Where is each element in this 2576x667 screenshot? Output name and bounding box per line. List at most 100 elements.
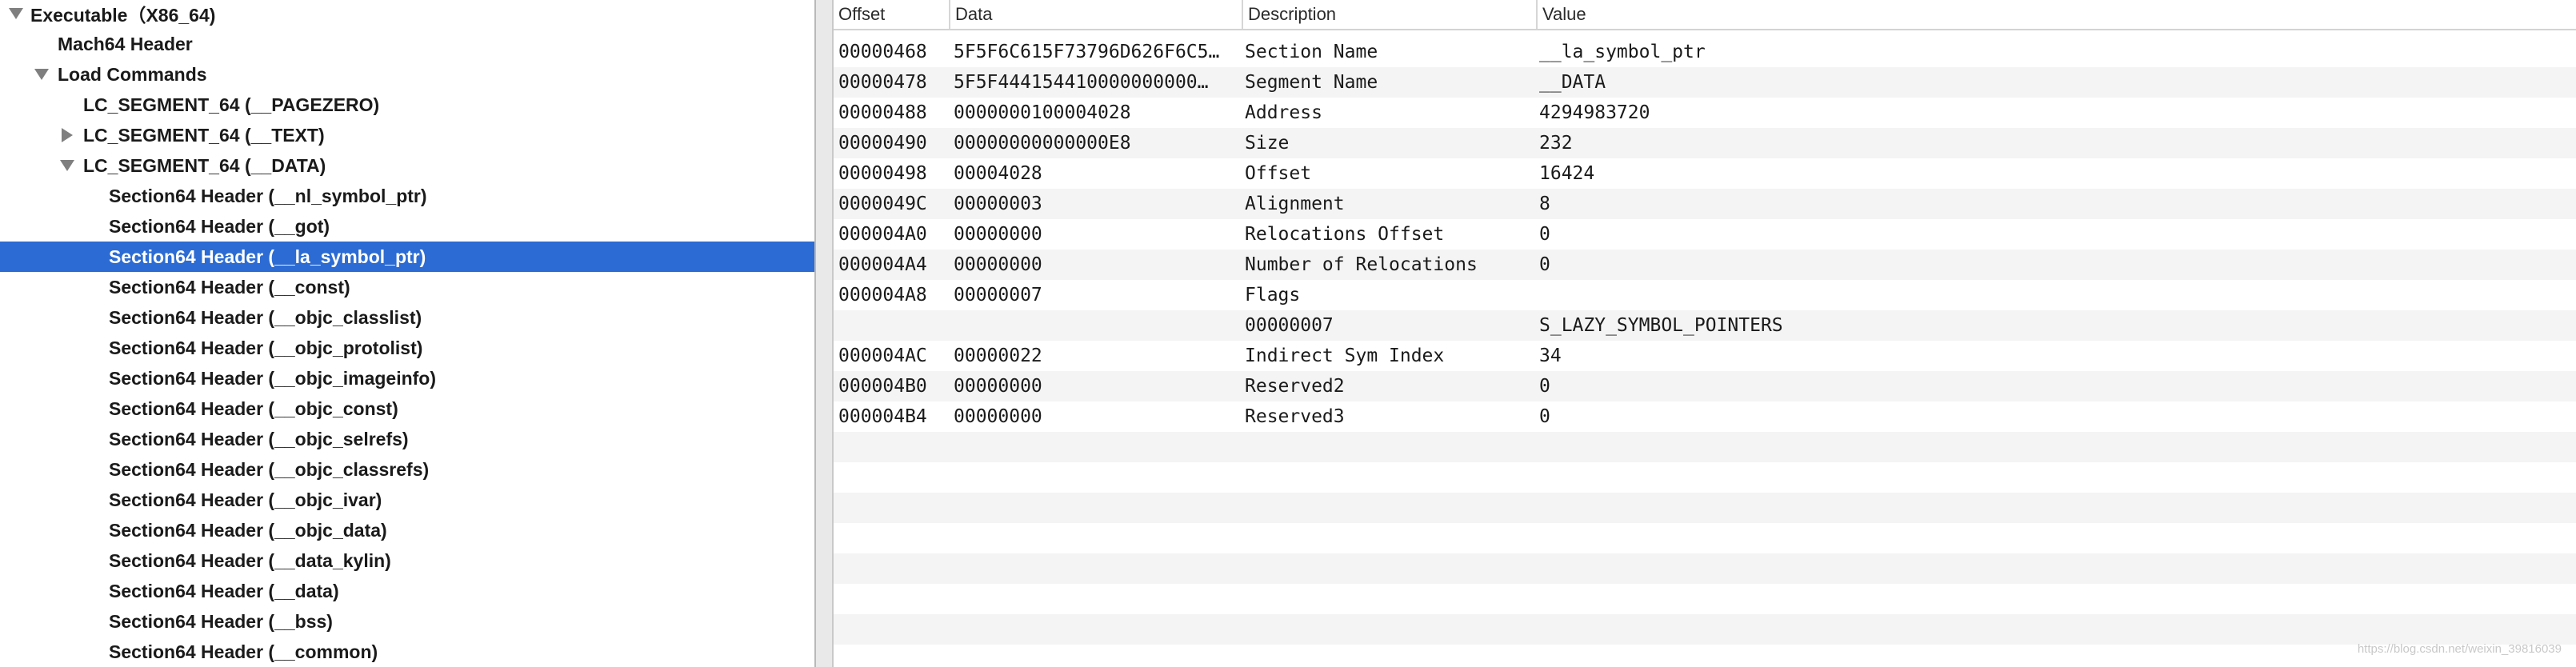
cell-offset — [838, 310, 950, 341]
disclosure-triangle-open-icon[interactable] — [34, 66, 50, 82]
cell-offset: 000004A0 — [838, 224, 927, 245]
tree-item-label: Section64 Header (__objc_classlist) — [109, 306, 422, 328]
tree-item-label: Load Commands — [58, 63, 207, 85]
column-header-data-label: Data — [955, 4, 993, 24]
column-header-description-label: Description — [1248, 4, 1337, 24]
tree-item[interactable]: Section64 Header (__objc_selrefs) — [0, 424, 814, 454]
tree-item[interactable]: Section64 Header (__objc_const) — [0, 393, 814, 424]
tree-item[interactable]: Section64 Header (__objc_classlist) — [0, 302, 814, 333]
cell-description: Reserved3 — [1245, 406, 1345, 427]
cell-offset: 0000049C — [838, 194, 927, 214]
table-row[interactable]: 0000049C 00000003 Alignment 8 — [834, 189, 2576, 219]
cell-description: Flags — [1245, 285, 1301, 306]
detail-table[interactable]: Offset Data Description Value 00000468 5F… — [834, 0, 2576, 667]
disclosure-triangle-open-icon[interactable] — [59, 158, 75, 174]
tree-item[interactable]: LC_SEGMENT_64 (__DATA) — [0, 150, 814, 181]
tree-item[interactable]: Section64 Header (__objc_data) — [0, 515, 814, 545]
tree-item[interactable]: LC_SEGMENT_64 (__PAGEZERO) — [0, 90, 814, 120]
cell-offset: 00000488 — [838, 102, 927, 123]
cell-data: 00000000 — [954, 406, 1042, 427]
cell-data: 5F5F444154410000000000… — [954, 72, 1209, 93]
table-row[interactable]: 000004A8 00000007 Flags — [834, 280, 2576, 310]
tree-item-label: Section64 Header (__la_symbol_ptr) — [109, 246, 426, 267]
cell-value: 0 — [1539, 254, 1550, 275]
cell-data: 00004028 — [954, 163, 1042, 184]
tree-item-label: Section64 Header (__got) — [109, 215, 330, 237]
table-header: Offset Data Description Value — [834, 0, 2576, 30]
disclosure-triangle-open-icon[interactable] — [8, 6, 24, 22]
table-row[interactable]: 00000498 00004028 Offset 16424 — [834, 158, 2576, 189]
empty-table-row — [834, 614, 2576, 645]
tree-item[interactable]: Section64 Header (__objc_ivar) — [0, 485, 814, 515]
tree-item-label: Section64 Header (__objc_const) — [109, 397, 398, 419]
cell-description: Section Name — [1245, 42, 1378, 62]
cell-data: 00000000000000E8 — [954, 133, 1131, 154]
tree-item[interactable]: Section64 Header (__common) — [0, 637, 814, 667]
cell-data: 00000003 — [954, 194, 1042, 214]
cell-data: 0000000100004028 — [954, 102, 1131, 123]
tree-item[interactable]: Section64 Header (__bss) — [0, 606, 814, 637]
tree-item[interactable]: Section64 Header (__data_kylin) — [0, 545, 814, 576]
tree-item-label: Section64 Header (__objc_classrefs) — [109, 458, 430, 480]
tree-item[interactable]: Section64 Header (__la_symbol_ptr) — [0, 242, 814, 272]
tree-item-label: Section64 Header (__data_kylin) — [109, 549, 391, 571]
table-row[interactable]: 000004AC 00000022 Indirect Sym Index 34 — [834, 341, 2576, 371]
empty-table-row — [834, 523, 2576, 553]
cell-description: Number of Relocations — [1245, 254, 1478, 275]
column-header-description[interactable]: Description — [1243, 0, 1538, 29]
cell-value: 34 — [1539, 345, 1562, 366]
tree-item[interactable]: Section64 Header (__objc_imageinfo) — [0, 363, 814, 393]
tree-item[interactable]: Section64 Header (__objc_protolist) — [0, 333, 814, 363]
empty-table-row — [834, 553, 2576, 584]
cell-value: 232 — [1539, 133, 1573, 154]
tree-panel[interactable]: Executable（X86_64) Mach64 Header Load Comm… — [0, 0, 814, 667]
tree-item-label: Section64 Header (__common) — [109, 641, 378, 662]
cell-description: Relocations Offset — [1245, 224, 1445, 245]
tree-item[interactable]: Load Commands — [0, 59, 814, 90]
cell-description: Alignment — [1245, 194, 1345, 214]
tree-item[interactable]: Section64 Header (__const) — [0, 272, 814, 302]
cell-description: Indirect Sym Index — [1245, 345, 1445, 366]
empty-table-row — [834, 493, 2576, 523]
tree-item-label: Section64 Header (__bss) — [109, 610, 333, 632]
tree-item-label: Section64 Header (__nl_symbol_ptr) — [109, 185, 427, 206]
cell-offset: 000004A4 — [838, 254, 927, 275]
cell-data: 00000000 — [954, 254, 1042, 275]
tree-item[interactable]: Section64 Header (__got) — [0, 211, 814, 242]
disclosure-triangle-closed-icon[interactable] — [59, 127, 75, 143]
tree-item[interactable]: Mach64 Header — [0, 29, 814, 59]
empty-table-row — [834, 462, 2576, 493]
tree-item[interactable]: Section64 Header (__objc_classrefs) — [0, 454, 814, 485]
tree-item-label: Section64 Header (__data) — [109, 580, 339, 601]
column-header-offset[interactable]: Offset — [834, 0, 950, 29]
tree-item-label: Executable（X86_64) — [30, 5, 216, 26]
cell-value: __DATA — [1539, 72, 1606, 93]
table-row[interactable]: 000004B4 00000000 Reserved3 0 — [834, 401, 2576, 432]
tree-item-label: Section64 Header (__objc_imageinfo) — [109, 367, 437, 389]
table-row[interactable]: 00000468 5F5F6C615F73796D626F6C5… Section … — [834, 37, 2576, 67]
cell-value: __la_symbol_ptr — [1539, 42, 1706, 62]
table-row[interactable]: 000004A4 00000000 Number of Relocations 0 — [834, 250, 2576, 280]
column-header-data[interactable]: Data — [950, 0, 1243, 29]
tree-item[interactable]: Section64 Header (__data) — [0, 576, 814, 606]
table-row[interactable]: 000004B0 00000000 Reserved2 0 — [834, 371, 2576, 401]
cell-value: S_LAZY_SYMBOL_POINTERS — [1539, 315, 1783, 336]
column-header-value[interactable]: Value — [1538, 0, 2576, 29]
tree-item[interactable]: Executable（X86_64) — [0, 0, 814, 29]
table-row[interactable]: 000004A0 00000000 Relocations Offset 0 — [834, 219, 2576, 250]
table-row[interactable]: 00000490 00000000000000E8 Size 232 — [834, 128, 2576, 158]
table-row[interactable]: 00000007 S_LAZY_SYMBOL_POINTERS — [834, 310, 2576, 341]
tree-item[interactable]: LC_SEGMENT_64 (__TEXT) — [0, 120, 814, 150]
tree-item-label: Mach64 Header — [58, 33, 193, 54]
tree-item[interactable]: Section64 Header (__nl_symbol_ptr) — [0, 181, 814, 211]
tree-item-label: LC_SEGMENT_64 (__PAGEZERO) — [83, 94, 380, 115]
table-row[interactable]: 00000478 5F5F444154410000000000… Segment N… — [834, 67, 2576, 98]
tree-item-label: LC_SEGMENT_64 (__DATA) — [83, 154, 326, 176]
cell-data: 00000000 — [954, 376, 1042, 397]
cell-data: 5F5F6C615F73796D626F6C5… — [954, 42, 1220, 62]
cell-value: 0 — [1539, 224, 1550, 245]
cell-value — [1539, 280, 2259, 310]
split-view-divider[interactable] — [814, 0, 834, 667]
cell-value: 16424 — [1539, 163, 1595, 184]
table-row[interactable]: 00000488 0000000100004028 Address 429498372… — [834, 98, 2576, 128]
